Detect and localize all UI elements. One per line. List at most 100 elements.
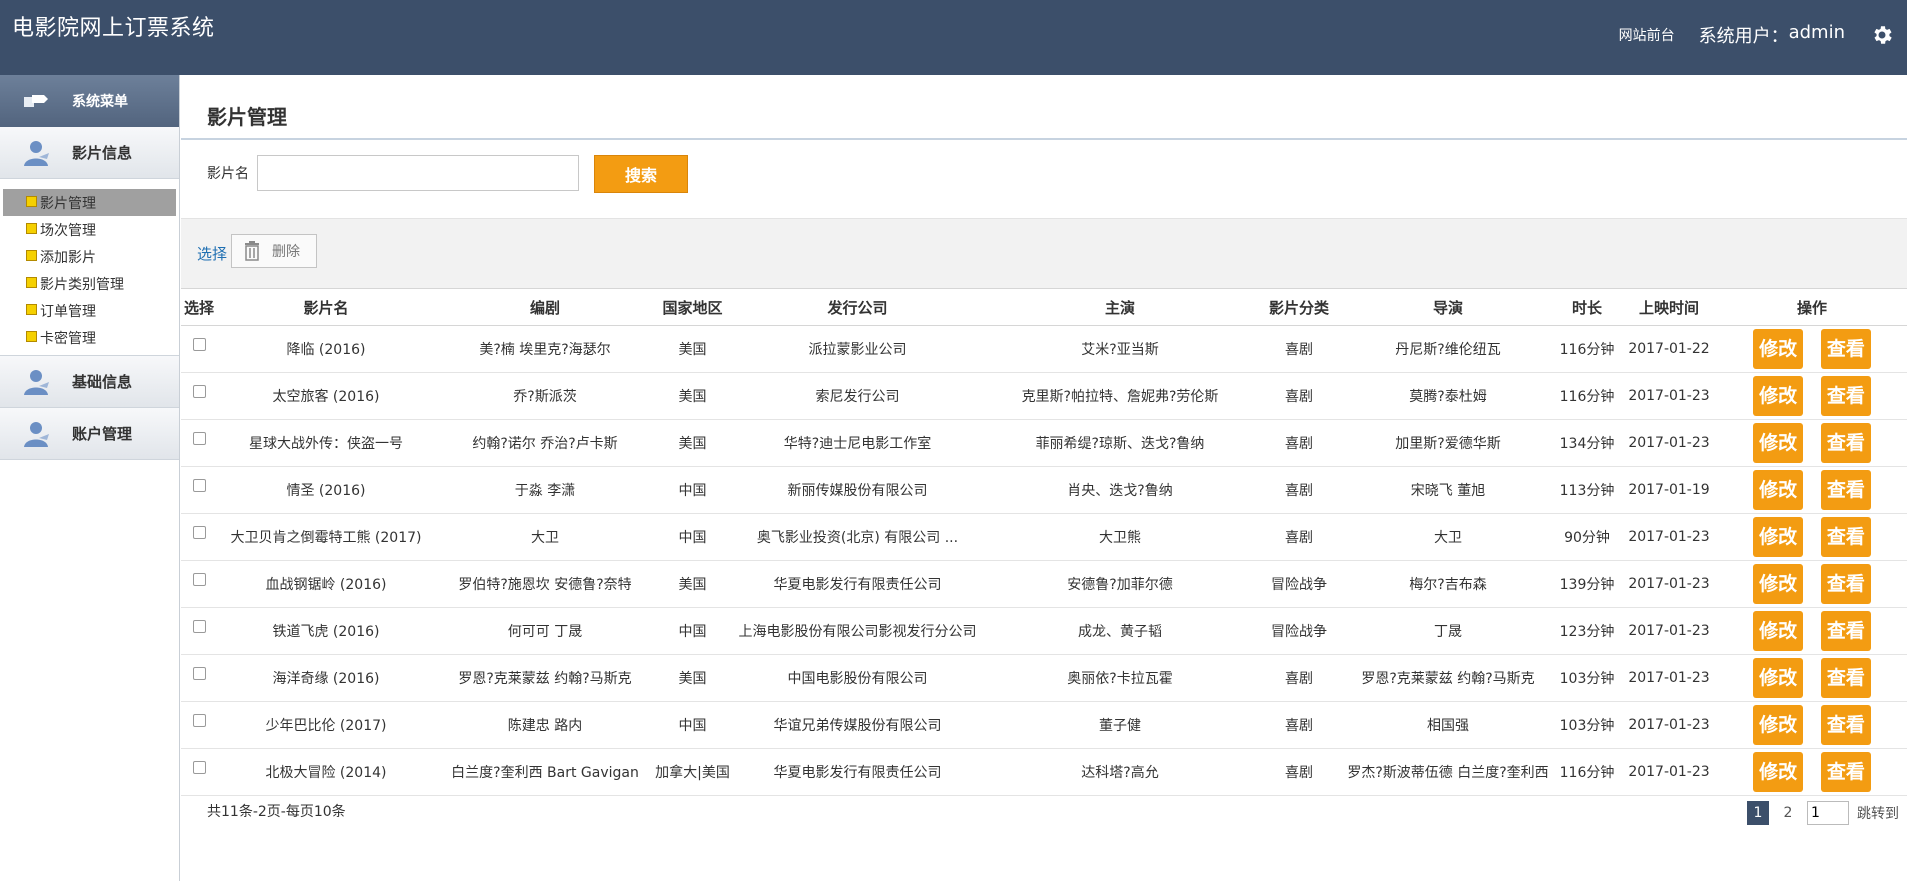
col-writer: 编剧 (435, 288, 655, 326)
edit-button[interactable]: 修改 (1753, 376, 1804, 416)
row-checkbox[interactable] (192, 337, 206, 351)
view-button[interactable]: 查看 (1820, 564, 1871, 604)
col-cast: 主演 (985, 288, 1255, 326)
table-header-row: 选择 影片名 编剧 国家地区 发行公司 主演 影片分类 导演 时长 上映时间 操… (181, 288, 1907, 326)
view-button[interactable]: 查看 (1820, 423, 1871, 463)
pagination: 1 2 跳转到 (1747, 801, 1899, 825)
table-row: 星球大战外传：侠盗一号 约翰?诺尔 乔治?卢卡斯 美国 华特?迪士尼电影工作室 … (181, 419, 1907, 467)
sidebar-section-account[interactable]: 账户管理 (0, 408, 179, 460)
row-checkbox[interactable] (192, 525, 206, 539)
sidebar-item-label: 影片管理 (40, 195, 96, 212)
edit-button[interactable]: 修改 (1753, 329, 1804, 369)
row-checkbox[interactable] (192, 713, 206, 727)
cell-director: 加里斯?爱德华斯 (1343, 419, 1553, 467)
view-button[interactable]: 查看 (1820, 470, 1871, 510)
page-title: 影片管理 (207, 105, 287, 129)
table-toolbar: 选择 删除 (181, 218, 1907, 288)
page-1-button[interactable]: 1 (1747, 801, 1769, 825)
row-checkbox[interactable] (192, 619, 206, 633)
cell-director: 莫腾?泰杜姆 (1343, 372, 1553, 420)
sidebar-item-category-manage[interactable]: 影片类别管理 (3, 270, 176, 297)
row-checkbox[interactable] (192, 760, 206, 774)
cell-company: 索尼发行公司 (730, 372, 985, 420)
cell-director: 大卫 (1343, 513, 1553, 561)
user-label: 系统用户： (1698, 26, 1789, 47)
edit-button[interactable]: 修改 (1753, 705, 1804, 745)
search-input[interactable] (257, 155, 579, 191)
cell-country: 美国 (655, 560, 730, 608)
cell-name: 降临 (2016) (217, 325, 435, 373)
view-button[interactable]: 查看 (1820, 611, 1871, 651)
cell-writer: 约翰?诺尔 乔治?卢卡斯 (435, 419, 655, 467)
cell-company: 华特?迪士尼电影工作室 (730, 419, 985, 467)
cell-name: 太空旅客 (2016) (217, 372, 435, 420)
view-button[interactable]: 查看 (1820, 517, 1871, 557)
edit-button[interactable]: 修改 (1753, 658, 1804, 698)
sidebar-item-session-manage[interactable]: 场次管理 (3, 216, 176, 243)
row-checkbox[interactable] (192, 478, 206, 492)
edit-button[interactable]: 修改 (1753, 564, 1804, 604)
delete-button[interactable]: 删除 (231, 234, 317, 268)
cell-director: 罗杰?斯波蒂伍德 白兰度?奎利西 (1343, 748, 1553, 796)
table-row: 降临 (2016) 美?楠 埃里克?海瑟尔 美国 派拉蒙影业公司 艾米?亚当斯 … (181, 325, 1907, 373)
edit-button[interactable]: 修改 (1753, 517, 1804, 557)
cell-writer: 美?楠 埃里克?海瑟尔 (435, 325, 655, 373)
sidebar-item-label: 订单管理 (40, 303, 96, 320)
sidebar-item-order-manage[interactable]: 订单管理 (3, 297, 176, 324)
cell-date: 2017-01-23 (1621, 654, 1717, 702)
sidebar-item-add-film[interactable]: 添加影片 (3, 243, 176, 270)
sidebar-section-label: 账户管理 (72, 425, 133, 443)
bullet-icon (26, 250, 37, 261)
edit-button[interactable]: 修改 (1753, 611, 1804, 651)
sidebar-section-basic-info[interactable]: 基础信息 (0, 356, 179, 408)
view-button[interactable]: 查看 (1820, 376, 1871, 416)
cell-cast: 艾米?亚当斯 (985, 325, 1255, 373)
row-checkbox[interactable] (192, 572, 206, 586)
cell-genre: 冒险战争 (1255, 607, 1343, 655)
view-button[interactable]: 查看 (1820, 329, 1871, 369)
cell-duration: 123分钟 (1553, 607, 1621, 655)
edit-button[interactable]: 修改 (1753, 423, 1804, 463)
cell-cast: 奥丽依?卡拉瓦霍 (985, 654, 1255, 702)
row-checkbox[interactable] (192, 666, 206, 680)
cell-name: 铁道飞虎 (2016) (217, 607, 435, 655)
table-row: 北极大冒险 (2014) 白兰度?奎利西 Bart Gavigan 加拿大|美国… (181, 748, 1907, 796)
cell-actions: 修改 查看 (1717, 513, 1907, 561)
view-button[interactable]: 查看 (1820, 658, 1871, 698)
cell-name: 血战钢锯岭 (2016) (217, 560, 435, 608)
row-checkbox-cell (181, 372, 217, 420)
sidebar-section-film-info[interactable]: 影片信息 (0, 127, 179, 179)
cell-cast: 菲丽希缇?琼斯、迭戈?鲁纳 (985, 419, 1255, 467)
search-button[interactable]: 搜索 (594, 155, 688, 193)
cell-duration: 103分钟 (1553, 654, 1621, 702)
sidebar-item-film-manage[interactable]: 影片管理 (3, 189, 176, 216)
user-name: admin (1788, 22, 1845, 43)
select-link[interactable]: 选择 (197, 243, 227, 264)
cell-actions: 修改 查看 (1717, 654, 1907, 702)
cell-name: 情圣 (2016) (217, 466, 435, 514)
pagination-summary: 共11条-2页-每页10条 (207, 804, 346, 820)
row-checkbox[interactable] (192, 384, 206, 398)
frontend-link[interactable]: 网站前台 (1619, 25, 1675, 45)
gear-icon[interactable] (1869, 22, 1895, 48)
cell-director: 丹尼斯?维伦纽瓦 (1343, 325, 1553, 373)
user-icon (0, 420, 72, 448)
edit-button[interactable]: 修改 (1753, 470, 1804, 510)
sidebar-item-card-manage[interactable]: 卡密管理 (3, 324, 176, 351)
row-checkbox-cell (181, 513, 217, 561)
page-2-button[interactable]: 2 (1777, 801, 1799, 825)
page-jump-input[interactable] (1807, 801, 1849, 825)
page-jump-button[interactable]: 跳转到 (1857, 803, 1899, 823)
view-button[interactable]: 查看 (1820, 752, 1871, 792)
cell-director: 梅尔?吉布森 (1343, 560, 1553, 608)
row-checkbox-cell (181, 466, 217, 514)
view-button[interactable]: 查看 (1820, 705, 1871, 745)
cell-duration: 116分钟 (1553, 372, 1621, 420)
cell-actions: 修改 查看 (1717, 748, 1907, 796)
cell-date: 2017-01-23 (1621, 560, 1717, 608)
cell-cast: 大卫熊 (985, 513, 1255, 561)
row-checkbox[interactable] (192, 431, 206, 445)
cell-name: 大卫贝肯之倒霉特工熊 (2017) (217, 513, 435, 561)
table-row: 血战钢锯岭 (2016) 罗伯特?施恩坎 安德鲁?奈特 美国 华夏电影发行有限责… (181, 560, 1907, 608)
edit-button[interactable]: 修改 (1753, 752, 1804, 792)
